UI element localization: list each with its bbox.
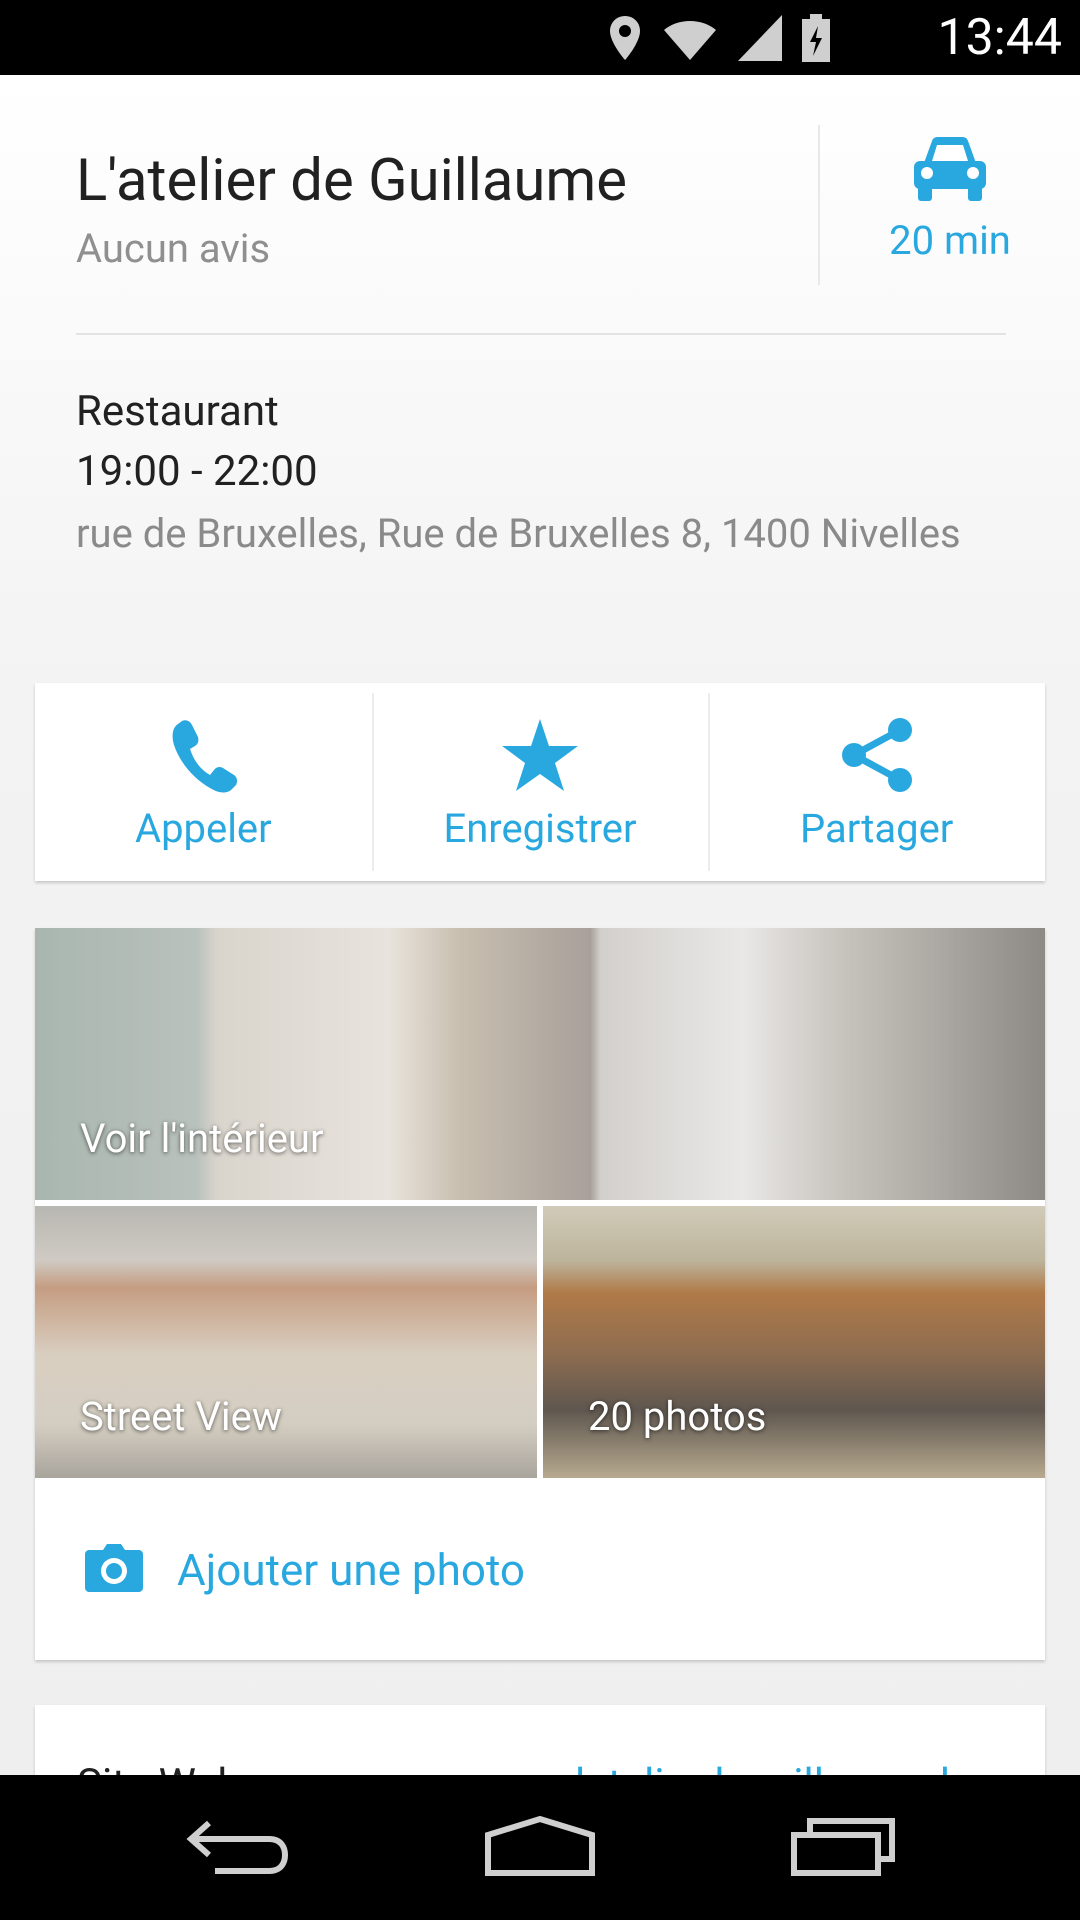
photos-tile[interactable]: 20 photos [543, 1206, 1045, 1478]
call-label: Appeler [134, 805, 272, 852]
travel-time: 20 min [889, 217, 1011, 264]
photos-count-label: 20 photos [588, 1393, 767, 1440]
website-label: Site Web [77, 1760, 241, 1775]
call-button[interactable]: Appeler [35, 683, 372, 881]
share-button[interactable]: Partager [708, 683, 1045, 881]
save-label: Enregistrer [443, 805, 637, 852]
location-icon [610, 15, 640, 60]
website-link[interactable]: latelierdeguillaume.be [575, 1760, 986, 1775]
place-address[interactable]: rue de Bruxelles, Rue de Bruxelles 8, 14… [76, 507, 976, 561]
place-title: L'atelier de Guillaume [76, 147, 628, 215]
share-label: Partager [799, 805, 954, 852]
star-icon [502, 719, 578, 791]
add-photo-label: Ajouter une photo [177, 1544, 526, 1596]
review-status: Aucun avis [76, 225, 271, 272]
header-divider [818, 125, 820, 285]
street-view-tile[interactable]: Street View [35, 1206, 537, 1478]
signal-icon [738, 14, 782, 61]
home-button[interactable] [484, 1815, 596, 1881]
place-category: Restaurant [76, 387, 279, 436]
camera-icon [85, 1544, 143, 1592]
share-icon [841, 718, 912, 792]
interior-view-label: Voir l'intérieur [80, 1115, 324, 1162]
interior-view-tile[interactable]: Voir l'intérieur [35, 928, 1045, 1200]
status-icons [608, 10, 830, 65]
website-card[interactable]: Site Web latelierdeguillaume.be [35, 1705, 1045, 1775]
save-button[interactable]: Enregistrer [371, 683, 709, 881]
phone-icon [172, 720, 238, 793]
street-view-label: Street View [80, 1393, 282, 1440]
battery-icon [802, 13, 830, 62]
status-time: 13:44 [937, 9, 1062, 67]
recent-apps-button[interactable] [790, 1815, 896, 1881]
back-icon [186, 1820, 289, 1874]
recent-apps-icon [791, 1818, 895, 1876]
add-photo-button[interactable]: Ajouter une photo [35, 1478, 1045, 1660]
place-details: L'atelier de Guillaume Aucun avis 20 min… [0, 75, 1080, 1775]
status-bar: 13:44 [0, 0, 1080, 75]
opening-hours: 19:00 - 22:00 [76, 447, 318, 496]
section-divider [76, 333, 1006, 335]
media-card: Voir l'intérieur Street View 20 photos A… [35, 928, 1045, 1660]
car-icon [914, 137, 986, 201]
action-bar: Appeler Enregistrer Partager [35, 683, 1045, 881]
travel-time-button[interactable]: 20 min [840, 135, 1060, 264]
wifi-icon [664, 20, 716, 60]
back-button[interactable] [185, 1815, 291, 1881]
home-icon [485, 1815, 595, 1876]
navigation-bar [0, 1775, 1080, 1920]
